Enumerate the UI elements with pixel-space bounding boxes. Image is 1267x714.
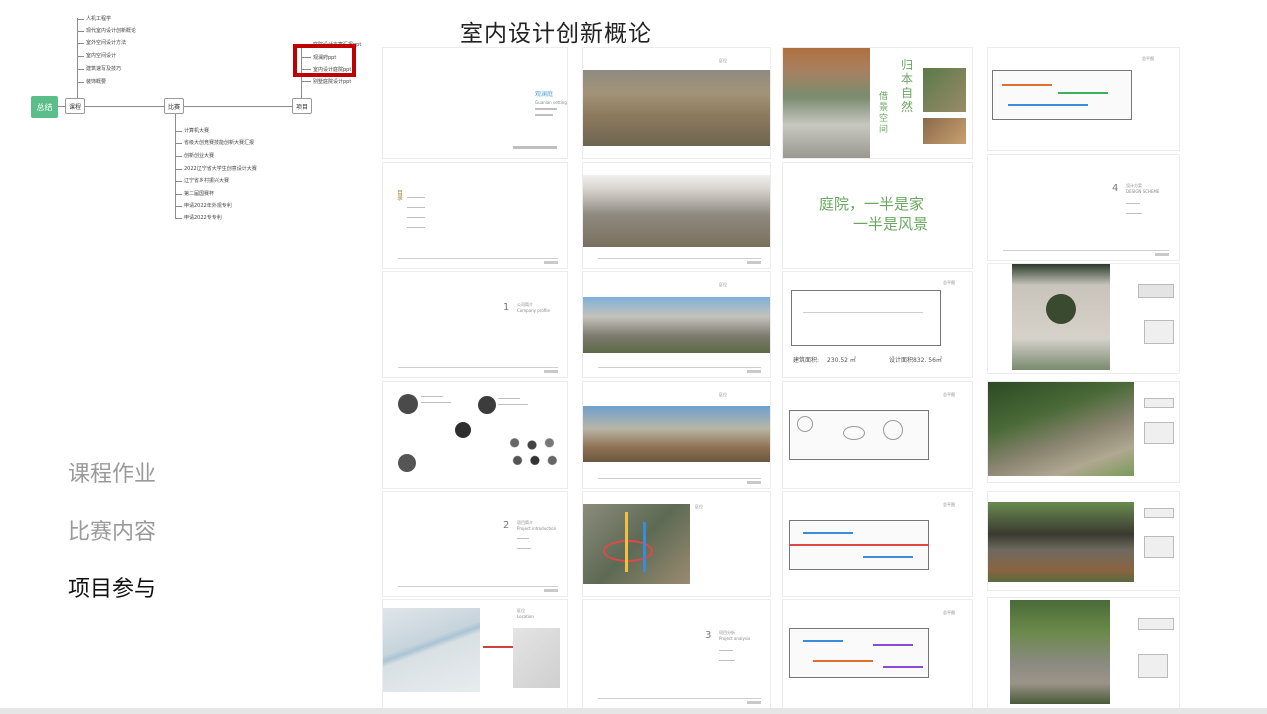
section-subtitle: DESIGN SCHEME [1126,189,1160,194]
slide-thumbnail[interactable]: 1 公司简介 Company profile [383,272,567,377]
location-label: 区位 [719,58,727,63]
slide-thumbnail[interactable]: 庭院，一半是家 一半是风景 [783,163,972,268]
bottom-bar [0,708,1267,714]
section-title: 公司简介 [517,302,533,307]
section-title: 项目简介 [517,520,533,525]
mindmap-leaf: 申请2022专专利 [184,215,222,221]
section-subtitle: Project analysis [719,636,751,641]
slide-thumbnail[interactable]: 区位 [583,492,770,596]
slide-thumbnail[interactable] [988,492,1179,590]
mindmap-leaf: 辽宁省乡村振兴大赛 [184,178,230,184]
section-title: 设计方案 [1126,183,1142,188]
highlight-box [293,44,356,77]
plan-label: 总平图 [943,392,955,397]
plan-label: 总平图 [943,280,955,285]
plan-label: 总平图 [1142,56,1154,61]
menu-item-coursework[interactable]: 课程作业 [68,456,156,488]
slide-thumbnail[interactable]: 总平图 [783,492,972,596]
slide-thumbnail[interactable]: 总平图 [783,382,972,488]
design-area: 设计面积832. 56㎡ [889,357,942,364]
slide-thumbnail[interactable]: 区位 [583,272,770,377]
slide-thumbnail[interactable] [988,598,1179,708]
slide-thumbnail[interactable]: 总平图 建筑面积: 230.52 ㎡ 设计面积832. 56㎡ [783,272,972,377]
slide-thumbnail[interactable]: 观澜庭 Guanlan setting [383,48,567,158]
slide-thumbnail[interactable] [583,163,770,268]
location-en: Location [517,614,534,619]
slide-thumbnail[interactable] [383,382,567,488]
quote-line-1: 庭院，一半是家 [819,195,925,213]
location-label: 区位 [719,282,727,287]
section-number: 1 [503,302,510,313]
slide-thumbnail[interactable]: 3 项目分析 Project analysis [583,600,770,708]
slide-thumbnail[interactable]: 区位 [583,48,770,158]
mindmap-node-course[interactable]: 课程 [65,98,86,114]
slide-thumbnail[interactable]: 总平图 [988,48,1179,150]
mindmap-leaf: 别墅庭院设计ppt [313,79,352,85]
cover-title: 观澜庭 [535,91,554,98]
toc-label: 目 录 [397,190,404,202]
mindmap-root[interactable]: 总结 [31,96,58,118]
mindmap-leaf: 室外空间设计方法 [86,40,127,46]
section-number: 3 [705,630,712,641]
mindmap-leaf: 人机工程学 [86,16,112,22]
section-number: 4 [1112,183,1119,194]
mindmap-leaf: 第二届国赛杯 [184,191,215,197]
slide-thumbnail[interactable] [988,264,1179,373]
mindmap-leaf: 创新创业大赛 [184,153,215,159]
mindmap-node-competition[interactable]: 比赛 [164,98,185,114]
slide-thumbnail[interactable]: 目 录 [383,163,567,268]
quote-line-2: 一半是风景 [853,215,929,233]
menu-item-projects[interactable]: 项目参与 [68,571,156,603]
mindmap-node-project[interactable]: 项目 [292,98,313,114]
location-label: 区位 [695,504,703,509]
plan-label: 总平图 [943,610,955,615]
location-label: 区位 [719,392,727,397]
area-label: 建筑面积: [793,357,820,364]
slide-thumbnail[interactable]: 区位 [583,382,770,488]
menu-item-competition[interactable]: 比赛内容 [68,514,156,546]
cover-subtitle: Guanlan setting [535,100,567,105]
slide-thumbnail[interactable] [988,382,1179,482]
slide-canvas: 室内设计创新概论 总结 课程 比赛 项目 人机工程学 现代室内设计创新概论 室外… [0,0,1267,714]
mindmap-leaf: 计算机大赛 [184,128,210,134]
mindmap-leaf: 省级大创竞赛技能创新大赛汇报 [184,140,255,146]
mindmap-leaf: 室内空间设计 [86,53,117,59]
area-value: 230.52 ㎡ [827,357,856,364]
section-subtitle: Company profile [517,308,550,313]
mindmap-leaf: 装饰概要 [86,79,107,85]
slide-thumbnail[interactable]: 2 项目简介 Project introduction [383,492,567,596]
slide-thumbnail[interactable]: 归本自然 借景空间 [783,48,972,158]
mindmap-leaf: 建筑速写及技巧 [86,66,122,72]
mindmap-leaf: 2022辽宁省大学生创意设计大赛 [184,166,257,172]
slide-thumbnail[interactable]: 区位 Location [383,600,567,708]
vertical-text-1: 归本自然 [901,58,914,114]
slide-thumbnail[interactable]: 4 设计方案 DESIGN SCHEME [988,155,1179,260]
location-label: 区位 [517,608,525,613]
mindmap-leaf: 现代室内设计创新概论 [86,28,137,34]
slide-thumbnail[interactable]: 总平图 [783,600,972,708]
section-subtitle: Project introduction [517,526,557,531]
section-title: 项目分析 [719,630,735,635]
plan-label: 总平图 [943,502,955,507]
vertical-text-2: 借景空间 [879,92,889,135]
mindmap-leaf: 申请2022年外观专利 [184,203,232,209]
page-title: 室内设计创新概论 [460,21,652,47]
section-number: 2 [503,520,510,531]
mind-map: 总结 课程 比赛 项目 人机工程学 现代室内设计创新概论 室外空间设计方法 室内… [0,0,380,240]
